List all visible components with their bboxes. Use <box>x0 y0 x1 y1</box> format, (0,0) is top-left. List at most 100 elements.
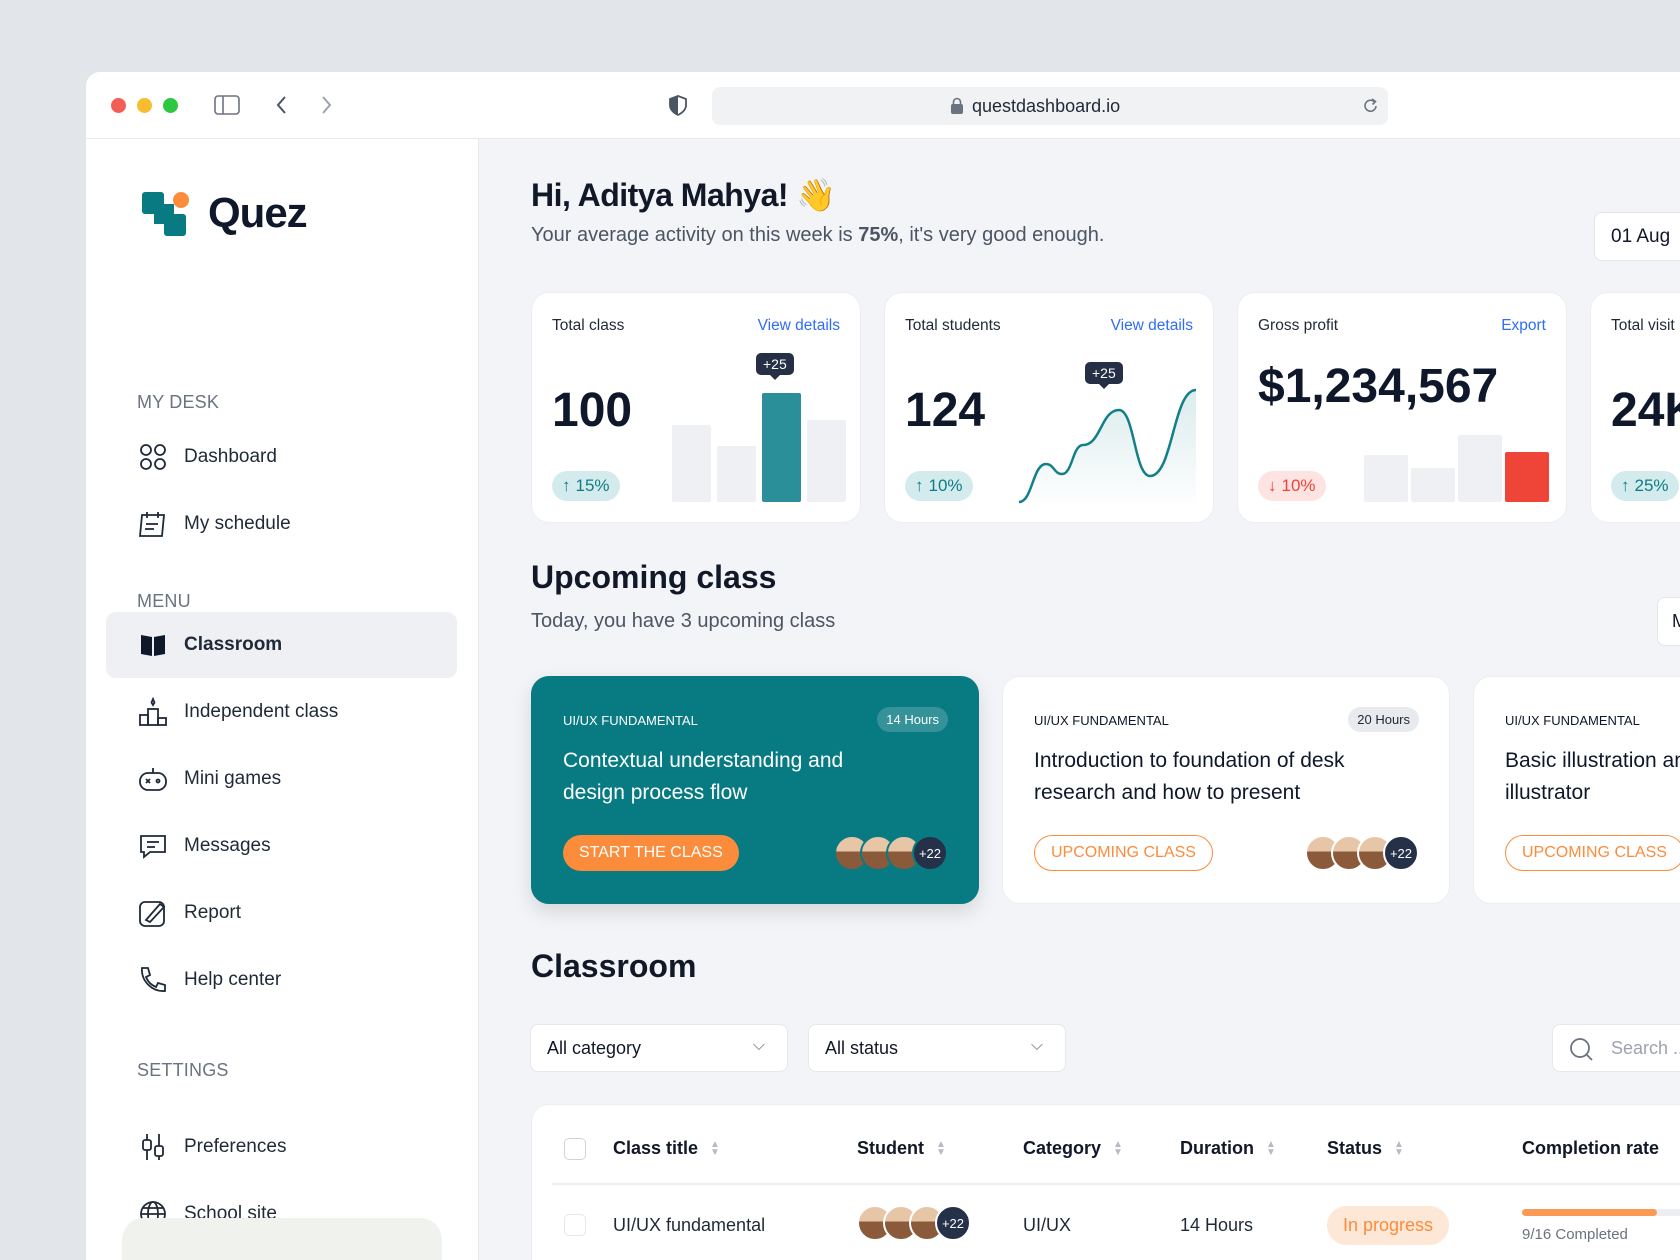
sort-icon[interactable]: ▲ ▼ <box>1113 1140 1123 1158</box>
phone-icon <box>138 965 168 995</box>
section-settings: SETTINGS <box>137 1060 229 1080</box>
minimize-window-button[interactable] <box>137 98 152 113</box>
shield-icon[interactable] <box>668 94 688 116</box>
sidebar-item-mini-games[interactable]: Mini games <box>106 746 457 812</box>
reload-icon[interactable] <box>1362 97 1380 115</box>
category-filter[interactable]: All category ⌵ <box>530 1024 788 1072</box>
sort-icon[interactable]: ▲ ▼ <box>710 1140 720 1158</box>
upcoming-view-toggle[interactable]: M <box>1657 597 1680 646</box>
sidebar-item-report[interactable]: Report <box>106 880 457 946</box>
class-card[interactable]: UI/UX FUNDAMENTAL 14 Hours Contextual unde… <box>531 676 979 904</box>
column-header[interactable]: Student ▲ ▼ <box>857 1138 946 1159</box>
sidebar-item-classroom[interactable]: Classroom <box>106 612 457 678</box>
greeting: Hi, Aditya Mahya! 👋 <box>531 176 836 214</box>
close-window-button[interactable] <box>111 98 126 113</box>
column-header[interactable]: Completion rate <box>1522 1138 1659 1159</box>
class-title: Contextual understanding and design proc… <box>563 749 844 804</box>
greeting-text: Hi, Aditya Mahya! <box>531 177 789 213</box>
stat-link[interactable]: View details <box>758 317 840 335</box>
podium-icon <box>138 697 168 727</box>
stat-change-value: 10% <box>1281 476 1316 495</box>
forward-icon[interactable] <box>318 94 334 116</box>
brand-name: Quez <box>208 189 308 236</box>
class-hours-badge: 14 Hours <box>877 707 948 732</box>
sidebar-item-my-schedule[interactable]: My schedule <box>106 491 457 557</box>
sidebar-item-label: Dashboard <box>184 446 277 467</box>
column-header[interactable]: Duration ▲ ▼ <box>1180 1138 1276 1159</box>
sidebar-item-label: Mini games <box>184 768 282 789</box>
stat-card-total-visit: Total visit 24K ↑25% <box>1590 292 1680 523</box>
class-tag: UI/UX FUNDAMENTAL <box>1505 713 1640 728</box>
search-icon <box>1570 1038 1593 1061</box>
stat-value: $1,234,567 <box>1258 360 1499 413</box>
sidebar-toggle-icon[interactable] <box>214 94 240 116</box>
classroom-table <box>531 1104 1680 1260</box>
stat-title: Total visit <box>1611 317 1675 334</box>
sort-icon[interactable]: ▲ ▼ <box>936 1140 946 1158</box>
url-text: questdashboard.io <box>972 96 1121 116</box>
sort-icon[interactable]: ▲ ▼ <box>1266 1140 1276 1158</box>
search-input[interactable]: Search ... <box>1552 1024 1680 1072</box>
maximize-window-button[interactable] <box>163 98 178 113</box>
address-bar[interactable]: questdashboard.io <box>712 87 1388 125</box>
upcoming-class-button[interactable]: UPCOMING CLASS <box>1505 835 1680 871</box>
student-avatars: +22 <box>1305 835 1419 871</box>
stat-change-badge: ↓ 10% <box>1258 471 1326 501</box>
sidebar-item-dashboard[interactable]: Dashboard <box>106 424 457 490</box>
upcoming-title: Upcoming class <box>531 559 777 595</box>
sidebar-item-messages[interactable]: Messages <box>106 813 457 879</box>
column-label: Duration <box>1180 1138 1254 1158</box>
sidebar-item-help-center[interactable]: Help center <box>106 947 457 1013</box>
back-icon[interactable] <box>274 94 290 116</box>
stat-link[interactable]: Export <box>1501 317 1546 335</box>
sidebar-promo-card <box>122 1218 442 1260</box>
select-all-checkbox[interactable] <box>564 1138 586 1160</box>
sidebar-item-independent-class[interactable]: Independent class <box>106 679 457 745</box>
stat-title: Total class <box>552 317 625 334</box>
class-title: Introduction to foundation of desk resea… <box>1034 749 1345 804</box>
browser-window: questdashboard.io Quez MY DESK MENU SETT… <box>86 72 1680 1260</box>
category-cell: UI/UX <box>1023 1215 1072 1235</box>
row-checkbox[interactable] <box>564 1214 586 1236</box>
column-label: Class title <box>613 1138 699 1158</box>
class-card[interactable]: UI/UX FUNDAMENTAL 20 Hours Introduction to… <box>1002 676 1450 904</box>
class-title-cell[interactable]: UI/UX fundamental <box>613 1215 765 1236</box>
start-class-button[interactable]: START THE CLASS <box>563 835 739 871</box>
sidebar-item-label: Independent class <box>184 701 339 722</box>
stat-bar-highlight <box>762 393 801 502</box>
column-header[interactable]: Class title ▲ ▼ <box>613 1138 720 1159</box>
arrow-down-icon: ↓ <box>1268 476 1277 495</box>
status-value: All status <box>825 1037 899 1058</box>
column-label: Status <box>1327 1138 1383 1158</box>
status-filter[interactable]: All status ⌵ <box>808 1024 1066 1072</box>
section-my-desk: MY DESK <box>137 392 220 412</box>
upcoming-class-button[interactable]: UPCOMING CLASS <box>1034 835 1213 871</box>
more-students-count: +22 <box>1383 835 1419 871</box>
sidebar-item-label: Messages <box>184 835 271 856</box>
book-icon <box>138 630 168 660</box>
arrow-up-icon: ↑ <box>1621 476 1630 495</box>
section-menu: MENU <box>137 591 191 611</box>
student-avatars: +22 <box>857 1205 971 1241</box>
classroom-title: Classroom <box>531 948 697 984</box>
sort-icon[interactable]: ▲ ▼ <box>1394 1140 1404 1158</box>
sidebar: Quez MY DESK MENU SETTINGS Dashboard My s… <box>86 139 479 1260</box>
sliders-icon <box>138 1132 168 1162</box>
stat-value: 100 <box>552 384 633 437</box>
column-header[interactable]: Category ▲ ▼ <box>1023 1138 1123 1159</box>
date-picker[interactable]: 01 Aug <box>1594 212 1680 261</box>
upcoming-toggle-label: M <box>1672 611 1680 631</box>
duration-cell: 14 Hours <box>1180 1215 1254 1235</box>
stat-change-value: 25% <box>1634 476 1669 495</box>
stat-change-badge: ↑ 15% <box>552 471 620 501</box>
activity-summary: Your average activity on this week is 75… <box>531 224 1104 247</box>
status-badge: In progress <box>1327 1206 1450 1245</box>
quez-logo-icon <box>142 192 189 236</box>
column-header[interactable]: Status ▲ ▼ <box>1327 1138 1404 1159</box>
sidebar-item-label: Report <box>184 902 242 923</box>
stat-title: Gross profit <box>1258 317 1339 334</box>
sidebar-item-preferences[interactable]: Preferences <box>106 1114 457 1180</box>
sidebar-item-label: My schedule <box>184 513 291 534</box>
class-card[interactable]: UI/UX FUNDAMENTAL Basic illustration and … <box>1473 676 1680 904</box>
stat-bar <box>1411 467 1455 502</box>
